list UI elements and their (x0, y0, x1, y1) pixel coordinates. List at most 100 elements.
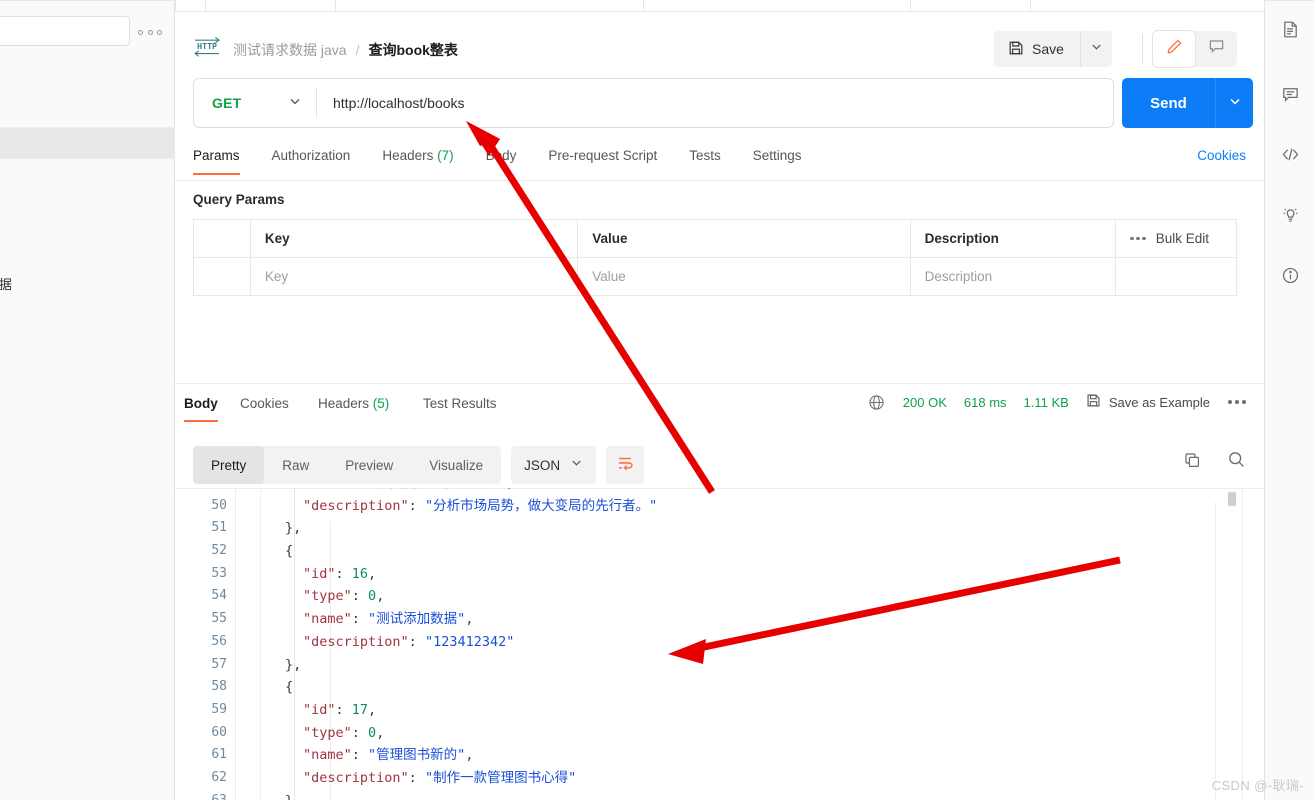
tab-authorization[interactable]: Authorization (272, 144, 351, 175)
header-icon-group (1153, 31, 1237, 67)
select-all-checkbox-cell[interactable] (194, 220, 251, 257)
copy-icon (1183, 451, 1201, 474)
tab-headers[interactable]: Headers (7) (382, 144, 453, 175)
chevron-down-icon (1090, 40, 1103, 58)
sidebar-selected-row[interactable] (0, 128, 175, 158)
send-dropdown-button[interactable] (1215, 78, 1253, 128)
comment-request-button[interactable] (1195, 31, 1237, 67)
bulk-edit-cell: Bulk Edit (1116, 220, 1236, 257)
view-mode-visualize[interactable]: Visualize (411, 446, 501, 484)
code-line: 53 "id": 16, (175, 563, 1264, 586)
code-text: "name": "测试添加数据", (303, 611, 474, 628)
sidebar-more-icon[interactable] (138, 25, 162, 39)
breadcrumb-current[interactable]: 查询book整表 (368, 40, 457, 60)
code-text: }, (285, 656, 302, 673)
param-key-input[interactable]: Key (251, 258, 579, 295)
code-scrollbar-thumb[interactable] (1228, 492, 1236, 506)
column-header-description: Description (911, 220, 1117, 257)
view-mode-preview[interactable]: Preview (327, 446, 411, 484)
sidebar-item-label[interactable]: 数据 (0, 274, 106, 293)
table-header-row: Key Value Description Bulk Edit (194, 220, 1236, 258)
tab-params[interactable]: Params (193, 144, 240, 175)
response-view-toolbar: Pretty Raw Preview Visualize JSON (193, 446, 645, 484)
url-bar: GET (193, 78, 1114, 128)
response-body-viewer[interactable]: 49 "name": "中国国际的，做大的", 50 "description": "… (175, 488, 1264, 800)
line-number: 51 (211, 520, 227, 536)
param-value-input[interactable]: Value (578, 258, 911, 295)
line-number: 63 (175, 790, 227, 800)
code-line: 56 "description": "123412342" (175, 631, 1264, 654)
code-snippet-button[interactable] (1276, 143, 1304, 171)
line-number: 60 (211, 724, 227, 740)
table-row[interactable]: Key Value Description (194, 258, 1236, 296)
info-button[interactable] (1276, 264, 1304, 292)
tab-pre-request-script[interactable]: Pre-request Script (548, 144, 657, 175)
breadcrumb-collection[interactable]: 测试请求数据 java (233, 40, 347, 60)
word-wrap-icon (615, 453, 635, 478)
info-icon (1281, 266, 1300, 290)
row-checkbox-cell[interactable] (194, 258, 251, 295)
suggestions-button[interactable] (1276, 203, 1304, 231)
code-text: "description": "分析市场局势，做大变局的先行者。" (303, 497, 658, 514)
code-text: { (285, 543, 294, 560)
code-line: 50 "description": "分析市场局势，做大变局的先行者。" (175, 495, 1264, 518)
line-number: 55 (211, 611, 227, 627)
response-tab-body[interactable]: Body (184, 396, 218, 422)
code-line: 59 "id": 17, (175, 699, 1264, 722)
param-description-input[interactable]: Description (911, 258, 1117, 295)
response-tab-headers[interactable]: Headers (5) (318, 396, 389, 422)
response-divider (175, 383, 1264, 384)
response-meta: 200 OK 618 ms 1.11 KB Save as Example (868, 393, 1246, 411)
save-as-example-label: Save as Example (1108, 394, 1210, 410)
save-as-example-button[interactable]: Save as Example (1086, 393, 1210, 411)
tab-settings[interactable]: Settings (753, 144, 802, 175)
response-size: 1.11 KB (1023, 394, 1069, 410)
comments-button[interactable] (1276, 83, 1304, 111)
left-sidebar: 数据 (0, 0, 175, 800)
save-dropdown-button[interactable] (1079, 31, 1112, 67)
right-sidebar (1264, 0, 1314, 800)
response-tab-cookies[interactable]: Cookies (240, 396, 289, 422)
method-label: GET (212, 95, 242, 111)
more-horizontal-icon[interactable] (1130, 236, 1146, 241)
chevron-down-icon (288, 94, 302, 113)
code-text: } (285, 790, 293, 800)
bulk-edit-button[interactable]: Bulk Edit (1156, 231, 1209, 246)
response-more-icon[interactable] (1228, 400, 1246, 404)
code-line: 55 "name": "测试添加数据", (175, 608, 1264, 631)
code-text: "type": 0, (303, 724, 385, 741)
send-button-group: Send (1122, 78, 1253, 128)
request-header: HTTP 测试请求数据 java / 查询book整表 Save (175, 12, 1264, 78)
code-text: }, (285, 520, 302, 537)
view-mode-pretty[interactable]: Pretty (193, 446, 265, 484)
url-input[interactable] (317, 79, 1113, 127)
line-number: 53 (211, 565, 227, 581)
search-button[interactable] (1227, 450, 1246, 474)
code-text: "description": "123412342" (303, 633, 515, 650)
documentation-button[interactable] (1276, 18, 1304, 46)
floppy-disk-icon (1086, 393, 1101, 411)
view-mode-raw[interactable]: Raw (264, 446, 327, 484)
header-divider (1142, 34, 1143, 64)
code-inner-divider (1215, 502, 1216, 800)
tab-body[interactable]: Body (486, 144, 517, 175)
cookies-link[interactable]: Cookies (1197, 148, 1246, 163)
globe-icon (868, 394, 885, 411)
sidebar-search-input[interactable] (0, 16, 130, 46)
search-icon (1227, 450, 1246, 474)
edit-request-button[interactable] (1153, 31, 1195, 67)
copy-button[interactable] (1183, 451, 1201, 474)
row-actions-cell (1116, 258, 1236, 295)
tab-tests[interactable]: Tests (689, 144, 721, 175)
method-selector[interactable]: GET (194, 79, 316, 127)
column-header-key: Key (251, 220, 579, 257)
documentation-icon (1281, 20, 1300, 44)
code-text: "name": "中国国际的，做大的", (303, 488, 514, 495)
send-button[interactable]: Send (1122, 78, 1215, 128)
save-button[interactable]: Save (994, 31, 1080, 67)
format-selector[interactable]: JSON (511, 446, 597, 484)
response-tab-test-results[interactable]: Test Results (423, 396, 497, 422)
postman-window: 数据 HTTP 测试请求数据 java / (0, 0, 1314, 800)
code-text: "id": 17, (303, 701, 377, 718)
word-wrap-button[interactable] (606, 446, 645, 484)
